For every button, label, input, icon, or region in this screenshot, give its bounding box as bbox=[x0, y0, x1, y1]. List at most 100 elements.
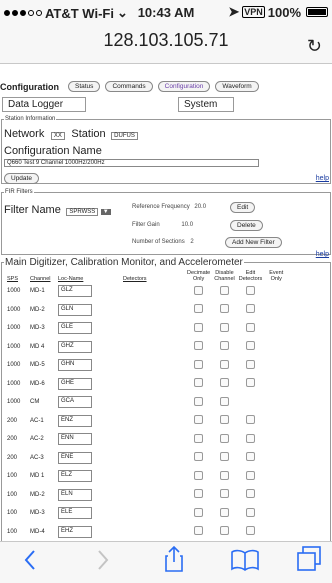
station-help-link[interactable]: help bbox=[316, 175, 329, 182]
loc-name-input[interactable]: ELN bbox=[58, 488, 92, 501]
disable-channel-checkbox[interactable] bbox=[219, 489, 229, 499]
loc-name-input[interactable]: GHE bbox=[58, 377, 92, 390]
disable-channel-checkbox[interactable] bbox=[219, 322, 229, 332]
edit-detectors-checkbox[interactable] bbox=[245, 304, 255, 314]
bookmarks-icon[interactable] bbox=[230, 548, 260, 572]
loc-name-input[interactable]: ELZ bbox=[58, 470, 92, 483]
decimate-only-checkbox[interactable] bbox=[194, 489, 204, 499]
decimate-only-checkbox[interactable] bbox=[194, 285, 204, 295]
disable-channel-checkbox[interactable] bbox=[219, 304, 229, 314]
waveform-button[interactable]: Waveform bbox=[215, 81, 259, 92]
edit-detectors-checkbox[interactable] bbox=[245, 359, 255, 369]
disable-channel-checkbox[interactable] bbox=[219, 507, 229, 517]
tab-system[interactable]: System bbox=[178, 97, 234, 112]
edit-detectors-checkbox[interactable] bbox=[245, 322, 255, 332]
loc-name-input[interactable]: GLE bbox=[58, 322, 92, 335]
fir-filters-section: FIR Filters Filter Name SPRWSS ▼ Referen… bbox=[1, 189, 331, 258]
loc-name-input[interactable]: ENZ bbox=[58, 414, 92, 427]
loc-name-input[interactable]: ELE bbox=[58, 507, 92, 520]
loc-name-input[interactable]: ENE bbox=[58, 451, 92, 464]
loc-name-cell: GCA bbox=[56, 393, 121, 412]
forward-icon[interactable] bbox=[95, 548, 111, 572]
decimate-only-checkbox[interactable] bbox=[194, 526, 204, 536]
disable-channel-checkbox[interactable] bbox=[219, 433, 229, 443]
edit-detectors-checkbox[interactable] bbox=[245, 341, 255, 351]
decimate-only-checkbox[interactable] bbox=[194, 415, 204, 425]
edit-detectors-cell bbox=[237, 338, 265, 357]
decimate-only-checkbox[interactable] bbox=[194, 359, 204, 369]
decimate-only-checkbox[interactable] bbox=[194, 396, 204, 406]
decimate-only-checkbox[interactable] bbox=[194, 507, 204, 517]
sps-cell: 1000 bbox=[7, 399, 21, 406]
update-button[interactable]: Update bbox=[4, 173, 39, 184]
phone-screen: AT&T Wi-Fi ⌄ 10:43 AM ➤ VPN 100% 128.103… bbox=[0, 0, 332, 583]
edit-detectors-checkbox[interactable] bbox=[245, 285, 255, 295]
edit-detectors-cell bbox=[237, 467, 265, 486]
sps-cell: 100 bbox=[7, 528, 18, 535]
loc-name-input[interactable]: GLN bbox=[58, 303, 92, 316]
table-row: 100 MD-2 ELN bbox=[5, 486, 288, 505]
decimate-only-checkbox[interactable] bbox=[194, 470, 204, 480]
loc-name-input[interactable]: GHN bbox=[58, 359, 92, 372]
disable-channel-checkbox[interactable] bbox=[219, 396, 229, 406]
configuration-button[interactable]: Configuration bbox=[157, 81, 211, 92]
disable-channel-checkbox[interactable] bbox=[219, 452, 229, 462]
decimate-only-checkbox[interactable] bbox=[194, 452, 204, 462]
network-label: Network bbox=[4, 128, 45, 140]
decimate-only-checkbox[interactable] bbox=[194, 322, 204, 332]
address-bar[interactable]: 128.103.105.71 bbox=[0, 30, 332, 58]
decimate-only-cell bbox=[185, 338, 212, 357]
status-button[interactable]: Status bbox=[68, 81, 101, 92]
edit-detectors-cell bbox=[237, 449, 265, 468]
edit-detectors-checkbox[interactable] bbox=[245, 507, 255, 517]
disable-channel-checkbox[interactable] bbox=[219, 285, 229, 295]
tab-data-logger[interactable]: Data Logger bbox=[2, 97, 86, 112]
delete-filter-button[interactable]: Delete bbox=[230, 220, 263, 231]
loc-name-input[interactable]: GCA bbox=[58, 396, 92, 409]
tabs-icon[interactable] bbox=[296, 546, 322, 572]
disable-channel-checkbox[interactable] bbox=[219, 359, 229, 369]
channel-table-body: 1000 MD-1 GLZ 1000 MD-2 GLN 1000 MD-3 GLE 1000 MD … bbox=[5, 282, 288, 541]
disable-channel-checkbox[interactable] bbox=[219, 526, 229, 536]
commands-button[interactable]: Commands bbox=[105, 81, 153, 92]
decimate-only-cell bbox=[185, 375, 212, 394]
decimate-only-checkbox[interactable] bbox=[194, 433, 204, 443]
status-bar: AT&T Wi-Fi ⌄ 10:43 AM ➤ VPN 100% bbox=[0, 2, 332, 22]
add-filter-button[interactable]: Add New Filter bbox=[225, 237, 282, 248]
edit-detectors-checkbox[interactable] bbox=[245, 526, 255, 536]
disable-channel-checkbox[interactable] bbox=[219, 378, 229, 388]
config-name-field[interactable]: Q660 Test 9 Channel 1000Hz/200Hz bbox=[4, 159, 259, 167]
chevron-down-icon[interactable]: ▼ bbox=[100, 209, 111, 215]
disable-channel-checkbox[interactable] bbox=[219, 415, 229, 425]
edit-detectors-checkbox[interactable] bbox=[245, 470, 255, 480]
loc-name-input[interactable]: GLZ bbox=[58, 285, 92, 298]
filter-name-select[interactable]: SPRWSS bbox=[66, 208, 99, 216]
edit-detectors-cell bbox=[237, 504, 265, 523]
decimate-only-checkbox[interactable] bbox=[194, 378, 204, 388]
channel-table: SPS Channel Loc-Name Detectors Decimate … bbox=[5, 270, 288, 541]
loc-name-input[interactable]: GHZ bbox=[58, 340, 92, 353]
edit-detectors-checkbox[interactable] bbox=[245, 489, 255, 499]
edit-detectors-checkbox[interactable] bbox=[245, 378, 255, 388]
decimate-only-checkbox[interactable] bbox=[194, 341, 204, 351]
edit-filter-button[interactable]: Edit bbox=[230, 202, 256, 213]
station-field[interactable]: DUFUS bbox=[111, 132, 138, 140]
edit-detectors-checkbox[interactable] bbox=[245, 452, 255, 462]
loc-name-input[interactable]: ENN bbox=[58, 433, 92, 446]
edit-detectors-cell bbox=[237, 393, 265, 412]
sps-cell: 100 bbox=[7, 510, 18, 517]
loc-name-cell: EHZ bbox=[56, 523, 121, 542]
reload-icon[interactable]: ↻ bbox=[307, 36, 322, 57]
disable-channel-cell bbox=[212, 449, 236, 468]
back-icon[interactable] bbox=[22, 548, 38, 572]
network-field[interactable]: XX bbox=[50, 132, 65, 140]
disable-channel-checkbox[interactable] bbox=[219, 470, 229, 480]
loc-name-input[interactable]: EHZ bbox=[58, 525, 92, 538]
share-icon[interactable] bbox=[163, 545, 185, 573]
disable-channel-checkbox[interactable] bbox=[219, 341, 229, 351]
decimate-only-checkbox[interactable] bbox=[194, 304, 204, 314]
channel-cell: AC-3 bbox=[30, 454, 44, 461]
header-disable-channel: Disable Channel bbox=[214, 270, 235, 282]
edit-detectors-checkbox[interactable] bbox=[245, 415, 255, 425]
edit-detectors-checkbox[interactable] bbox=[245, 433, 255, 443]
